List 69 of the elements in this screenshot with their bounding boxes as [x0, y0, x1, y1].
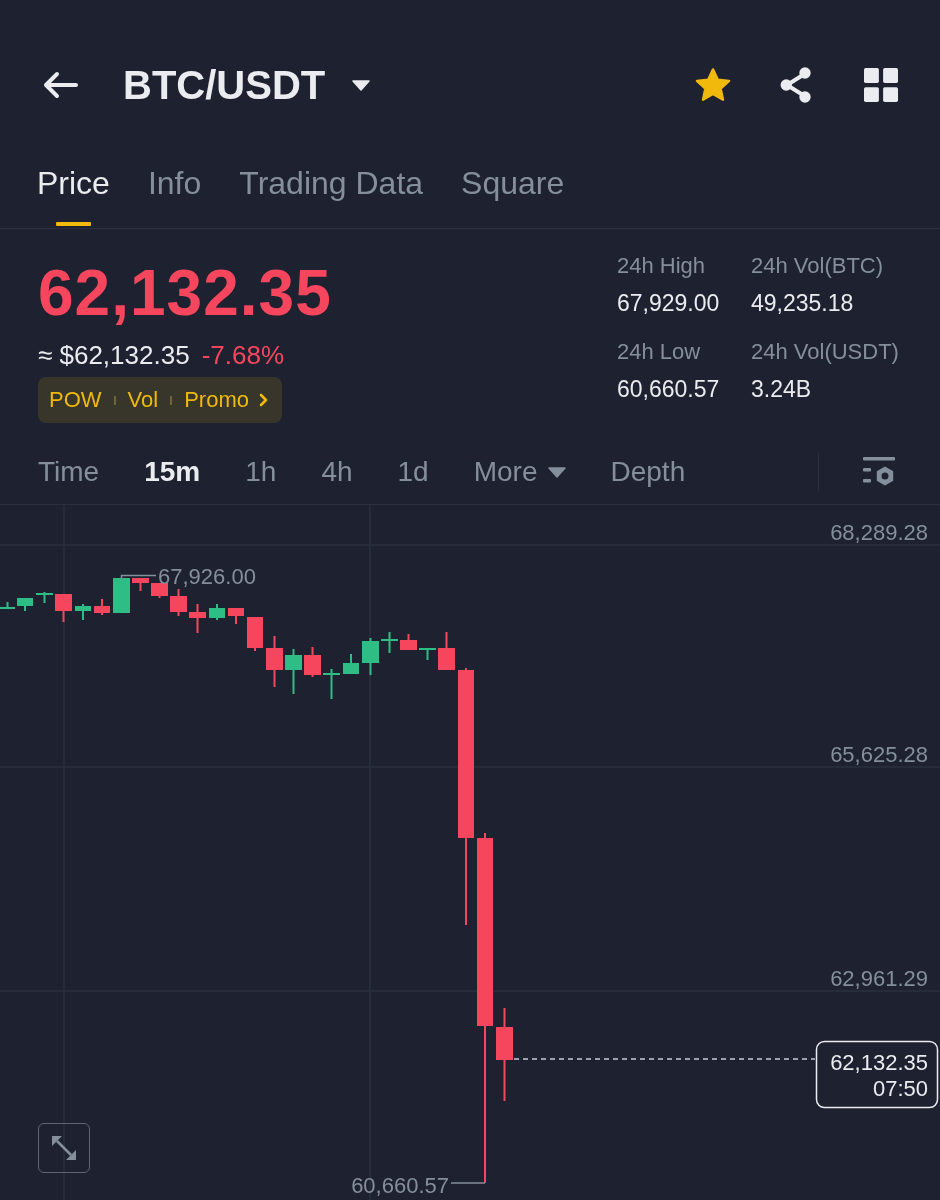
leader-line	[450, 1182, 486, 1184]
stat-label: 24h Vol(USDT)	[751, 338, 899, 366]
stat-label: 24h Vol(BTC)	[751, 252, 884, 280]
usd-price: ≈ $62,132.35	[38, 339, 190, 372]
stat-value: 49,235.18	[751, 289, 854, 318]
chevron-right-icon	[258, 393, 268, 407]
candle	[170, 588, 187, 617]
candle	[189, 603, 206, 634]
tab[interactable]: Trading Data	[239, 163, 424, 226]
candle	[400, 633, 417, 651]
candle	[55, 593, 72, 623]
candle	[362, 637, 379, 676]
expand-button[interactable]	[38, 1123, 90, 1173]
candle	[36, 591, 53, 604]
tab[interactable]: Square	[461, 163, 565, 226]
share-icon[interactable]	[778, 66, 814, 104]
back-arrow-icon[interactable]	[42, 71, 78, 99]
grid-icon[interactable]	[864, 68, 898, 102]
stat-value: 60,660.57	[617, 375, 720, 404]
price-axis-label: 65,625.28	[830, 741, 928, 767]
candle	[323, 668, 340, 700]
expand-icon	[50, 1134, 78, 1162]
tag-label: Vol	[127, 387, 159, 413]
candle	[228, 607, 244, 625]
tab[interactable]: Info	[147, 163, 202, 226]
candle	[113, 577, 130, 614]
high-price-label: 67,926.00	[158, 563, 256, 589]
price-change: -7.68%	[201, 339, 284, 372]
stat-value: 67,929.00	[617, 289, 720, 318]
settings-icon[interactable]	[863, 457, 895, 487]
caret-down-icon	[547, 466, 566, 478]
countdown-label: 07:50	[872, 1075, 928, 1101]
interval-tab[interactable]: Depth	[610, 454, 686, 490]
tag-strip[interactable]: POW Vol Promo	[38, 377, 282, 423]
candle	[0, 601, 15, 610]
candle	[285, 648, 302, 695]
candle	[17, 597, 33, 612]
tag-label: Promo	[184, 387, 249, 413]
candle	[419, 647, 436, 661]
candle	[381, 631, 398, 654]
interval-tab[interactable]: Time	[38, 454, 100, 490]
candle	[438, 631, 455, 671]
candle	[343, 653, 359, 675]
candle	[209, 603, 225, 621]
tab[interactable]: Price	[37, 163, 110, 226]
stat-value: 3.24B	[751, 375, 812, 404]
candle	[304, 646, 321, 678]
last-price: 62,132.35	[38, 261, 332, 325]
leader-line	[120, 574, 157, 580]
interval-tab[interactable]: 1h	[245, 454, 277, 490]
candle	[75, 603, 91, 621]
tag-label: POW	[49, 387, 102, 413]
current-price-label: 62,132.35	[830, 1049, 928, 1075]
low-price-label: 60,660.57	[351, 1172, 449, 1198]
interval-tab[interactable]: 15m	[144, 454, 201, 490]
candle	[266, 635, 283, 688]
stat-label: 24h Low	[617, 338, 701, 366]
caret-down-icon	[352, 79, 371, 91]
candle	[94, 598, 110, 616]
interval-tab[interactable]: 4h	[321, 454, 353, 490]
price-axis-label: 68,289.28	[830, 519, 928, 545]
interval-tab[interactable]: More	[473, 454, 566, 490]
pair-selector[interactable]: BTC/USDT	[123, 61, 371, 109]
stat-label: 24h High	[617, 252, 706, 280]
star-icon[interactable]	[694, 67, 732, 103]
price-axis-label: 62,961.29	[830, 965, 928, 991]
interval-tab[interactable]: 1d	[397, 454, 429, 490]
candle	[132, 577, 149, 592]
candle	[247, 616, 263, 652]
